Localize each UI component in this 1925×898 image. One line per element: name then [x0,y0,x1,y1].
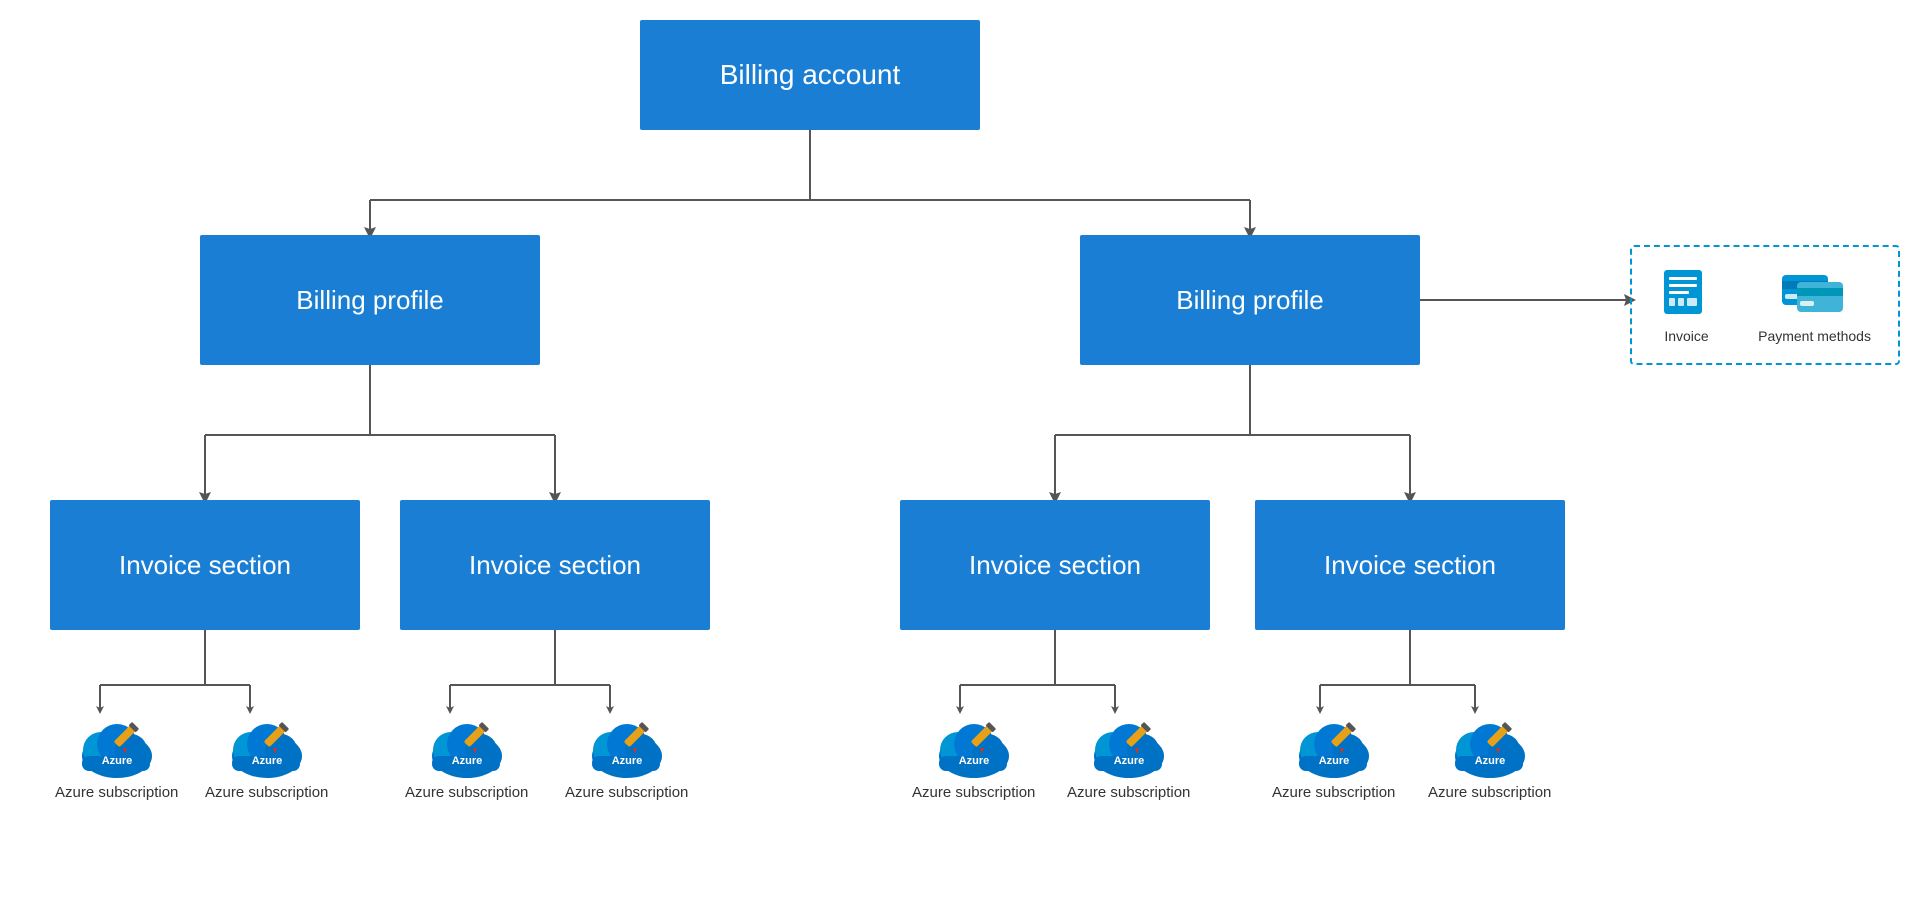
azure-sub-8: Azure Azure subscription [1428,710,1551,801]
svg-text:Azure: Azure [1113,755,1144,767]
invoice-section-2-box: Invoice section [400,500,710,630]
callout-payment-label: Payment methods [1758,328,1871,344]
invoice-section-4-box: Invoice section [1255,500,1565,630]
billing-profile-left-label: Billing profile [296,285,443,316]
invoice-section-4-label: Invoice section [1324,550,1496,581]
diagram-container: Billing account Billing profile Billing … [0,0,1925,898]
svg-text:Azure: Azure [611,755,642,767]
invoice-section-2-label: Invoice section [469,550,641,581]
azure-sub-4: Azure Azure subscription [565,710,688,801]
azure-sub-5-icon: Azure [934,710,1014,778]
azure-sub-4-label: Azure subscription [565,784,688,801]
azure-sub-8-icon: Azure [1450,710,1530,778]
azure-sub-3: Azure Azure subscription [405,710,528,801]
callout-payment: Payment methods [1758,267,1871,344]
svg-text:Azure: Azure [101,755,132,767]
azure-sub-5-label: Azure subscription [912,784,1035,801]
billing-profile-left-box: Billing profile [200,235,540,365]
invoice-section-3-label: Invoice section [969,550,1141,581]
billing-account-box: Billing account [640,20,980,130]
azure-sub-1-label: Azure subscription [55,784,178,801]
azure-sub-4-icon: Azure [587,710,667,778]
azure-sub-2-icon: Azure [227,710,307,778]
invoice-section-3-box: Invoice section [900,500,1210,630]
callout-invoice: Invoice [1659,267,1714,344]
azure-sub-8-label: Azure subscription [1428,784,1551,801]
billing-profile-right-label: Billing profile [1176,285,1323,316]
svg-text:Azure: Azure [1318,755,1349,767]
payment-methods-icon [1777,267,1852,322]
azure-sub-1-icon: Azure [77,710,157,778]
svg-text:Azure: Azure [1474,755,1505,767]
azure-sub-7: Azure Azure subscription [1272,710,1395,801]
callout-invoice-label: Invoice [1664,328,1708,344]
azure-sub-7-icon: Azure [1294,710,1374,778]
callout-box: Invoice Payment methods [1630,245,1900,365]
azure-sub-2: Azure Azure subscription [205,710,328,801]
azure-sub-5: Azure Azure subscription [912,710,1035,801]
billing-account-label: Billing account [720,59,901,91]
azure-sub-3-icon: Azure [427,710,507,778]
azure-sub-2-label: Azure subscription [205,784,328,801]
billing-profile-right-box: Billing profile [1080,235,1420,365]
azure-sub-1: Azure Azure subscription [55,710,178,801]
azure-sub-6-label: Azure subscription [1067,784,1190,801]
invoice-section-1-box: Invoice section [50,500,360,630]
azure-sub-7-label: Azure subscription [1272,784,1395,801]
svg-text:Azure: Azure [251,755,282,767]
invoice-icon [1659,267,1714,322]
invoice-section-1-label: Invoice section [119,550,291,581]
azure-sub-3-label: Azure subscription [405,784,528,801]
svg-text:Azure: Azure [958,755,989,767]
azure-sub-6: Azure Azure subscription [1067,710,1190,801]
svg-text:Azure: Azure [451,755,482,767]
azure-sub-6-icon: Azure [1089,710,1169,778]
